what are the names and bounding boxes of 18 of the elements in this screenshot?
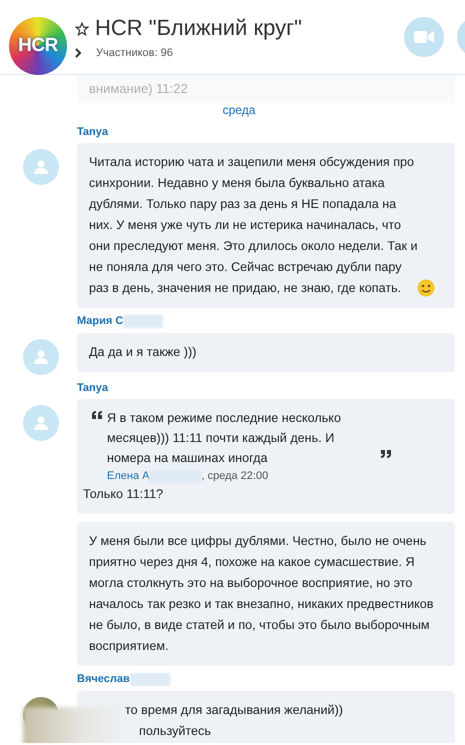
message-text: У меня были все цифры дублями. Честно, было не очень приятно через дня 4, похоже на какое сумасшествие. Я могла столкнуть это на выборочное восприятие, но это началось так резко и так внезапно, никаких предвестников не было, в виде статей и по, чтобы это было выборочным восприятием. [89, 533, 434, 655]
quote-author[interactable]: Елена А [107, 468, 150, 484]
sender-name: Tanya [77, 380, 108, 396]
quoted-text: Я в таком режиме последние несколько месяцев))) 11:11 почти каждый день. И номера на машинах иногда [107, 410, 342, 467]
participants-count: Участников: 96 [96, 46, 173, 61]
message-text: Только 11:11? [83, 486, 164, 503]
day-separator: среда [222, 102, 256, 118]
message-text: то время для загадывания желаний)) [124, 702, 344, 719]
message-text: Читала историю чата и зацепили меня обсуждения про синхронии. Недавно у меня была буквально атака дублями. Только пару раз за день я НЕ попадала на них. У меня уже чуть ли не истерика начиналась, что они преследуют меня. Это длилось около недели. Так и не поняла для чего это. Сейчас встречаю дубли пару раз в день, значения не придаю, не знаю, где копать. [89, 154, 419, 297]
sender-name: Мария С [77, 314, 124, 329]
message-text: Да да и я также ))) [89, 344, 196, 361]
sender-name: Tanya [77, 124, 108, 140]
message-text: внимание) 11:22 [77, 75, 455, 102]
sender-name: Вячеслав [77, 672, 130, 687]
message-text: пользуйтесь [138, 722, 212, 740]
quote-time: , среда 22:00 [201, 469, 268, 484]
chat-title: HCR "Ближний круг" [95, 15, 302, 41]
group-avatar: HCR [9, 17, 67, 75]
